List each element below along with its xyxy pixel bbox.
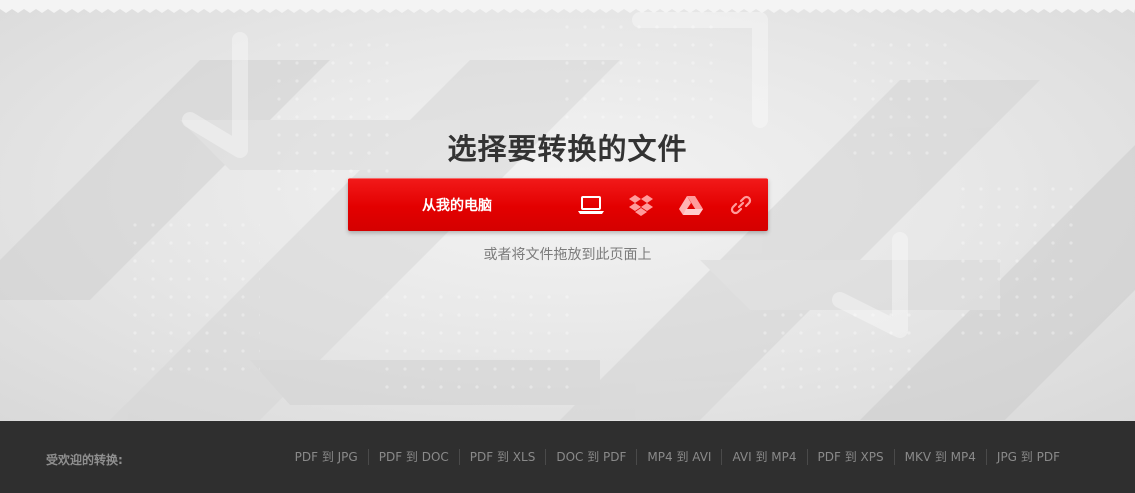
upload-bar: 从我的电脑 bbox=[348, 178, 768, 231]
conversion-link-pdf-jpg[interactable]: PDF 到 JPG bbox=[285, 449, 368, 465]
conversion-link-avi-mp4[interactable]: AVI 到 MP4 bbox=[721, 449, 806, 465]
conversion-link-doc-pdf[interactable]: DOC 到 PDF bbox=[545, 449, 636, 465]
popular-conversions-list: PDF 到 JPG PDF 到 DOC PDF 到 XLS DOC 到 PDF … bbox=[285, 449, 1070, 465]
zigzag-border bbox=[0, 0, 1135, 13]
dropbox-icon bbox=[629, 194, 653, 216]
conversion-link-jpg-pdf[interactable]: JPG 到 PDF bbox=[985, 449, 1070, 465]
from-computer-button[interactable]: 从我的电脑 bbox=[348, 178, 566, 231]
laptop-upload-button[interactable] bbox=[566, 178, 616, 231]
drop-hint-text: 或者将文件拖放到此页面上 bbox=[483, 247, 652, 263]
conversion-link-mkv-mp4[interactable]: MKV 到 MP4 bbox=[893, 449, 986, 465]
footer: 受欢迎的转换: PDF 到 JPG PDF 到 DOC PDF 到 XLS DO… bbox=[0, 421, 1135, 493]
conversion-link-pdf-doc[interactable]: PDF 到 DOC bbox=[367, 449, 459, 465]
hero-section: 选择要转换的文件 从我的电脑 或者将文件拖放到此页面上 bbox=[0, 0, 1135, 421]
conversion-link-pdf-xls[interactable]: PDF 到 XLS bbox=[458, 449, 546, 465]
page-title: 选择要转换的文件 bbox=[447, 132, 688, 166]
conversion-link-mp4-avi[interactable]: MP4 到 AVI bbox=[636, 449, 721, 465]
google-drive-upload-button[interactable] bbox=[666, 178, 716, 231]
dropbox-upload-button[interactable] bbox=[616, 178, 666, 231]
conversion-link-pdf-xps[interactable]: PDF 到 XPS bbox=[806, 449, 894, 465]
laptop-icon bbox=[578, 195, 604, 214]
url-link-upload-button[interactable] bbox=[716, 178, 766, 231]
link-icon bbox=[730, 195, 752, 214]
popular-conversions-label: 受欢迎的转换: bbox=[46, 453, 123, 467]
google-drive-icon bbox=[679, 195, 703, 215]
